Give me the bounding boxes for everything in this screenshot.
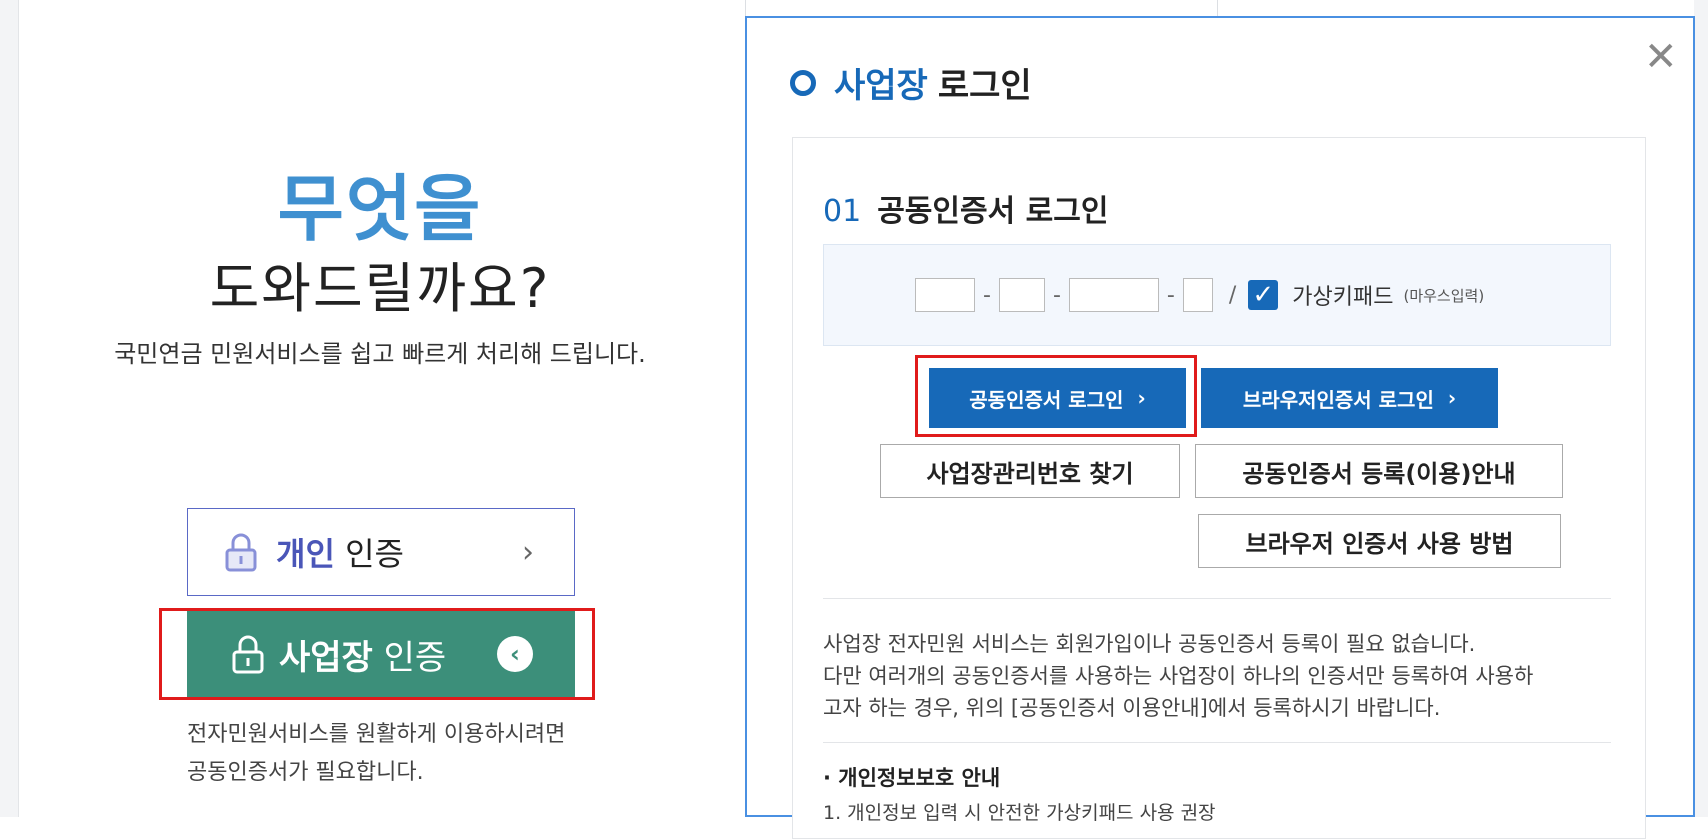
right-edge xyxy=(1694,0,1708,817)
privacy-title: · 개인정보보호 안내 xyxy=(823,766,1001,790)
virtual-keypad-label: 가상키패드 xyxy=(1292,285,1394,310)
step-title-text: 공동인증서 로그인 xyxy=(877,194,1109,229)
personal-auth-rest: 인증 xyxy=(334,535,404,573)
left-edge xyxy=(0,0,19,817)
hero-description: 국민연금 민원서비스를 쉽고 빠르게 처리해 드립니다. xyxy=(114,340,646,368)
modal-title-accent: 사업장 xyxy=(834,66,928,106)
separator: - xyxy=(1166,282,1175,308)
cert-login-button[interactable]: 공동인증서 로그인 › xyxy=(929,368,1186,428)
business-auth-label: 사업장 인증 xyxy=(279,630,446,679)
background-divider xyxy=(1217,0,1218,16)
business-number-inputs: - - - / ✓ 가상키패드 (마우스입력) xyxy=(915,278,1484,312)
business-number-field-3[interactable] xyxy=(1068,278,1159,312)
business-number-field-1[interactable] xyxy=(915,278,975,312)
lock-icon xyxy=(232,635,264,674)
business-auth-bold: 사업장 xyxy=(279,637,373,678)
modal-title: 사업장 로그인 xyxy=(790,58,1032,107)
find-business-number-button[interactable]: 사업장관리번호 찾기 xyxy=(880,444,1180,498)
chevron-left-circle-icon: ‹ xyxy=(497,636,533,672)
hero-title: 무엇을 xyxy=(277,167,483,251)
left-note-line: 공동인증서가 필요합니다. xyxy=(187,760,424,785)
business-auth-button[interactable]: 사업장 인증 ‹ xyxy=(187,610,575,698)
browser-cert-login-label: 브라우저인증서 로그인 xyxy=(1242,387,1434,412)
hero-subtitle: 도와드릴까요? xyxy=(209,257,551,320)
info-line: 고자 하는 경우, 위의 [공동인증서 이용안내]에서 등록하시기 바랍니다. xyxy=(823,696,1441,720)
left-note-line: 전자민원서비스를 원활하게 이용하시려면 xyxy=(187,722,566,747)
info-line: 다만 여러개의 공동인증서를 사용하는 사업장이 하나의 인증서만 등록하여 사… xyxy=(823,664,1534,688)
chevron-right-icon: › xyxy=(1137,386,1146,410)
browser-cert-login-button[interactable]: 브라우저인증서 로그인 › xyxy=(1201,368,1498,428)
slash-separator: / xyxy=(1228,282,1237,308)
virtual-keypad-hint: (마우스입력) xyxy=(1403,286,1485,305)
cert-login-label: 공동인증서 로그인 xyxy=(969,387,1124,412)
personal-auth-bold: 개인 xyxy=(276,535,335,573)
personal-auth-label: 개인 인증 xyxy=(276,529,404,575)
lock-icon xyxy=(225,533,257,572)
virtual-keypad-checkbox[interactable]: ✓ xyxy=(1248,280,1279,310)
business-auth-rest: 인증 xyxy=(372,637,447,678)
step-number: 01 xyxy=(823,194,862,229)
bullet-circle-icon xyxy=(790,69,816,96)
personal-auth-button[interactable]: 개인 인증 › xyxy=(187,508,575,596)
info-line: 사업장 전자민원 서비스는 회원가입이나 공동인증서 등록이 필요 없습니다. xyxy=(823,632,1476,656)
info-text: 사업장 전자민원 서비스는 회원가입이나 공동인증서 등록이 필요 없습니다. … xyxy=(823,628,1623,724)
chevron-right-icon: › xyxy=(1447,386,1457,410)
business-number-field-2[interactable] xyxy=(998,278,1045,312)
cert-registration-guide-button[interactable]: 공동인증서 등록(이용)안내 xyxy=(1195,444,1563,498)
browser-cert-howto-button[interactable]: 브라우저 인증서 사용 방법 xyxy=(1198,514,1561,568)
separator: - xyxy=(983,282,991,308)
modal-title-rest: 로그인 xyxy=(937,66,1032,106)
step-title: 01 공동인증서 로그인 xyxy=(823,186,1108,230)
chevron-right-icon: › xyxy=(522,535,534,570)
separator: - xyxy=(1052,282,1061,308)
divider xyxy=(823,598,1611,599)
background-strip xyxy=(745,0,1696,16)
left-note: 전자민원서비스를 원활하게 이용하시려면 공동인증서가 필요합니다. xyxy=(187,716,565,792)
divider xyxy=(823,742,1611,743)
business-number-field-4[interactable] xyxy=(1182,278,1213,312)
close-icon[interactable]: ✕ xyxy=(1644,34,1678,80)
privacy-line: 1. 개인정보 입력 시 안전한 가상키패드 사용 권장 xyxy=(823,802,1216,824)
